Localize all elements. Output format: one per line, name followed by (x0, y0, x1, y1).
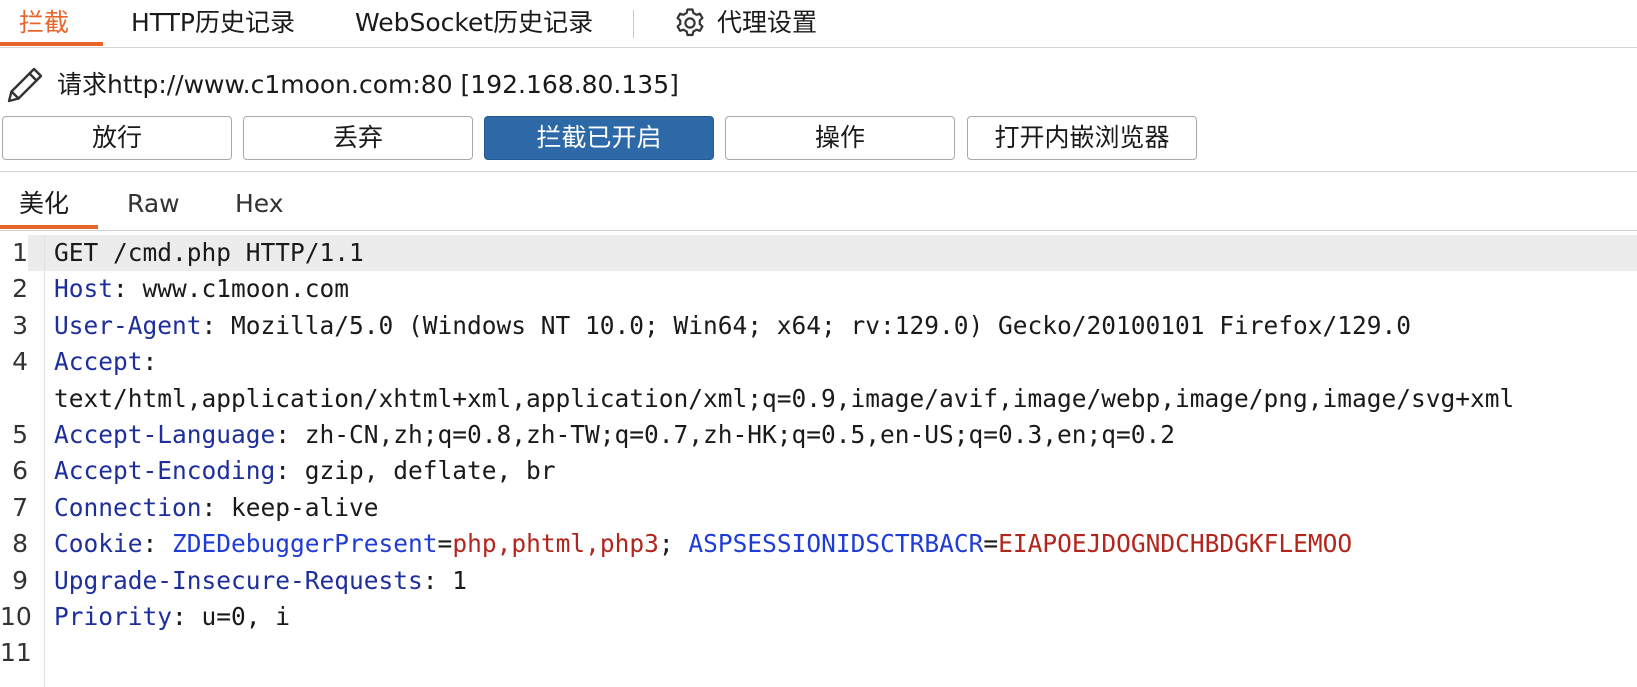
line-number: 9 (12, 565, 28, 595)
header-name: Host (54, 274, 114, 304)
header-value: : keep-alive (201, 492, 379, 522)
line-number: 10 (0, 602, 32, 631)
header-value: text/html,application/xhtml+xml,applicat… (54, 383, 1515, 413)
editor-line-wrapped: text/html,application/xhtml+xml,applicat… (0, 381, 1637, 417)
line-number: 6 (12, 456, 28, 486)
editor-line: 4 Accept: (0, 344, 1637, 380)
line-number: 7 (12, 492, 28, 522)
header-value: : (142, 529, 173, 559)
editor-line: 6 Accept-Encoding: gzip, deflate, br (0, 453, 1637, 489)
active-subtab-indicator (0, 225, 98, 229)
editor-line: 2 Host: www.c1moon.com (0, 271, 1637, 307)
editor-line: 3 User-Agent: Mozilla/5.0 (Windows NT 10… (0, 308, 1637, 344)
proxy-tab-bar: 拦截 HTTP历史记录 WebSocket历史记录 代理设置 (0, 0, 1637, 48)
editor-line: 7 Connection: keep-alive (0, 490, 1637, 526)
tab-hex[interactable]: Hex (235, 186, 284, 222)
editor-line: 8 Cookie: ZDEDebuggerPresent=php,phtml,p… (0, 526, 1637, 562)
request-line-text: GET /cmd.php HTTP/1.1 (54, 238, 364, 267)
line-number: 4 (12, 347, 28, 377)
request-target: 请求http://www.c1moon.com:80 [192.168.80.1… (57, 70, 679, 99)
tab-http-history[interactable]: HTTP历史记录 (131, 6, 295, 40)
cookie-equals: = (983, 529, 999, 559)
line-number: 1 (0, 235, 28, 272)
line-number: 2 (12, 274, 28, 304)
cookie-name: ASPSESSIONIDSCTRBACR (688, 529, 984, 559)
tab-proxy-settings[interactable]: 代理设置 (717, 6, 817, 40)
tab-separator (633, 10, 634, 38)
cookie-value: EIAPOEJDOGNDCHBDGKFLEMOO (998, 529, 1353, 559)
header-name: Accept-Encoding (54, 456, 276, 486)
header-value: : www.c1moon.com (113, 274, 350, 304)
line-number: 11 (0, 638, 32, 668)
header-name: Accept-Language (54, 420, 276, 449)
cookie-value: php,phtml,php3 (452, 529, 659, 559)
pencil-icon (3, 63, 47, 107)
gutter-border (44, 235, 45, 687)
tab-pretty[interactable]: 美化 (19, 186, 69, 222)
editor-line: 11 (0, 635, 1637, 671)
intercept-toggle-button[interactable]: 拦截已开启 (484, 116, 714, 160)
forward-button[interactable]: 放行 (2, 116, 232, 160)
editor-line: 10 Priority: u=0, i (0, 599, 1637, 635)
header-value: : Mozilla/5.0 (Windows NT 10.0; Win64; x… (201, 310, 1412, 340)
editor-line: 1 GET /cmd.php HTTP/1.1 (0, 235, 1637, 272)
header-name: Priority (54, 602, 173, 631)
editor-line: 5 Accept-Language: zh-CN,zh;q=0.8,zh-TW;… (0, 417, 1637, 453)
header-value: : u=0, i (172, 602, 291, 631)
line-number: 5 (12, 420, 28, 449)
request-editor[interactable]: 1 GET /cmd.php HTTP/1.1 2 Host: www.c1mo… (0, 235, 1637, 687)
message-view-tabs: 美化 Raw Hex (0, 186, 1637, 231)
header-name: Connection (54, 492, 202, 522)
header-name: Accept (54, 347, 143, 377)
line-number: 8 (12, 529, 28, 559)
request-info-bar: 请求http://www.c1moon.com:80 [192.168.80.1… (0, 60, 1637, 110)
header-value: : zh-CN,zh;q=0.8,zh-TW;q=0.7,zh-HK;q=0.5… (275, 420, 1176, 449)
header-value: : (142, 347, 158, 377)
line-number: 3 (12, 310, 28, 340)
active-tab-indicator (0, 42, 103, 46)
toolbar-divider (0, 171, 1637, 172)
action-button[interactable]: 操作 (725, 116, 955, 160)
drop-button[interactable]: 丢弃 (243, 116, 473, 160)
tab-websocket-history[interactable]: WebSocket历史记录 (355, 6, 593, 40)
editor-line: 9 Upgrade-Insecure-Requests: 1 (0, 563, 1637, 599)
tab-intercept[interactable]: 拦截 (19, 6, 69, 40)
header-name: Cookie (54, 529, 143, 559)
header-value: : gzip, deflate, br (275, 456, 556, 486)
cookie-separator: ; (658, 529, 689, 559)
gear-icon[interactable] (673, 6, 707, 40)
cookie-equals: = (437, 529, 453, 559)
header-value: : 1 (422, 565, 468, 595)
open-browser-button[interactable]: 打开内嵌浏览器 (967, 116, 1197, 160)
cookie-name: ZDEDebuggerPresent (172, 529, 438, 559)
header-name: User-Agent (54, 310, 202, 340)
tab-raw[interactable]: Raw (127, 186, 180, 222)
header-name: Upgrade-Insecure-Requests (54, 565, 423, 595)
